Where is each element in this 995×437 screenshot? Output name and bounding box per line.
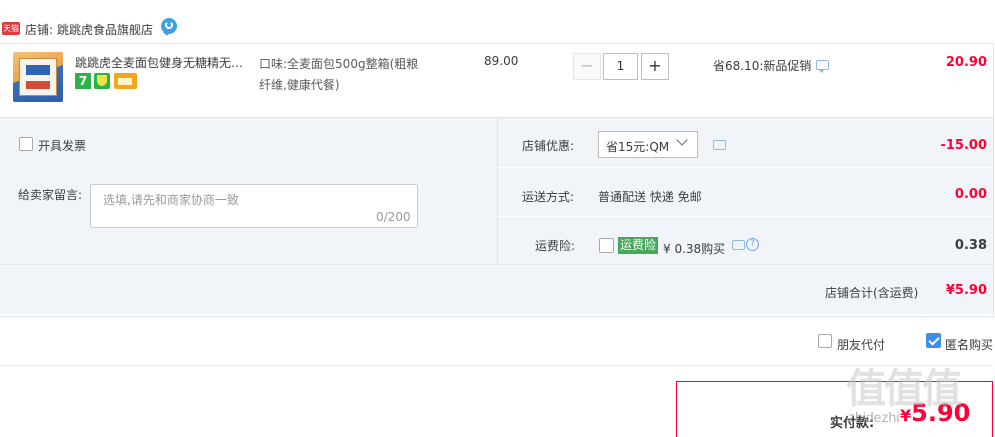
anonymous-label[interactable]: 匿名购买 (945, 336, 993, 353)
quantity-decrease-button[interactable]: − (573, 53, 601, 80)
divider (0, 264, 993, 265)
sku-line: 口味:全麦面包500g整箱(粗粮 (259, 57, 419, 71)
discount-selected-value[interactable]: 省15元:QM (606, 138, 669, 155)
message-placeholder: 选填,请先和商家协商一致 (103, 193, 239, 207)
shop-discount-label: 店铺优惠: (522, 139, 575, 153)
shop-name-link[interactable]: 跳跳虎食品旗舰店 (57, 21, 153, 38)
divider (498, 216, 993, 217)
friend-pay-checkbox[interactable] (818, 334, 832, 348)
tmall-badge: 天猫 (2, 22, 20, 35)
promotion-text: 省68.10:新品促销 (713, 59, 812, 73)
item-total: 20.90 (945, 55, 987, 70)
insurance-checkbox[interactable] (599, 238, 614, 253)
quantity-input[interactable]: 1 (603, 53, 638, 80)
discount-amount: -15.00 (940, 138, 987, 153)
chat-icon[interactable] (816, 60, 829, 73)
help-icon[interactable]: ? (746, 238, 759, 251)
guarantee-icon (94, 73, 110, 89)
product-title-link[interactable]: 跳跳虎全麦面包健身无糖精无油... (75, 54, 253, 71)
product-sku: 口味:全麦面包500g整箱(粗粮 纤维,健康代餐) (259, 54, 449, 96)
divider (0, 316, 993, 317)
sku-line: 纤维,健康代餐) (259, 78, 340, 92)
friend-pay-label[interactable]: 朋友代付 (837, 336, 885, 353)
divider (0, 43, 993, 44)
divider (498, 167, 993, 168)
message-label: 给卖家留言: (18, 188, 83, 202)
shipping-amount: 0.00 (954, 187, 987, 202)
chat-icon[interactable] (713, 140, 726, 150)
shop-subtotal-amount: ¥5.90 (945, 283, 987, 298)
message-char-count: 0/200 (376, 210, 411, 224)
insurance-tag: 运费险 (618, 237, 659, 254)
divider (497, 118, 498, 264)
insurance-label: 运费险: (535, 239, 576, 253)
insurance-amount: 0.38 (954, 238, 987, 253)
credit-card-icon (114, 73, 137, 89)
chat-icon[interactable] (732, 240, 745, 250)
invoice-checkbox[interactable] (19, 137, 33, 151)
divider (0, 365, 993, 366)
divider (993, 43, 994, 318)
shipping-label: 运送方式: (522, 190, 575, 204)
watermark-site: zhidezhi (848, 409, 900, 425)
unit-price: 89.00 (484, 54, 519, 68)
anonymous-checkbox[interactable] (926, 333, 941, 348)
shipping-method: 普通配送 快递 免邮 (598, 190, 702, 204)
shop-label: 店铺: (25, 23, 54, 37)
quantity-increase-button[interactable]: + (641, 53, 669, 80)
shop-subtotal-label: 店铺合计(含运费) (825, 286, 919, 300)
invoice-label[interactable]: 开具发票 (38, 137, 86, 154)
chat-icon[interactable] (161, 18, 177, 36)
product-image (19, 58, 57, 96)
seven-day-return-icon: 7 (75, 73, 91, 89)
insurance-price: ¥ 0.38购买 (663, 242, 726, 256)
watermark-logo: 值值值 (846, 366, 962, 412)
